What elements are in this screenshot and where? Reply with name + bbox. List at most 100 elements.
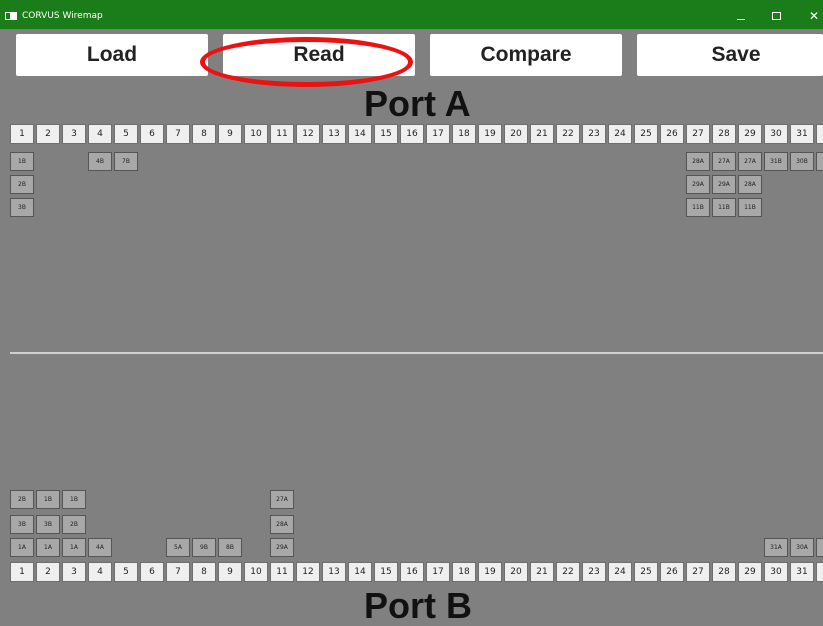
port-b-connection[interactable]: 5A [166,538,190,557]
port-a-pin-11[interactable]: 11 [270,124,294,144]
port-b-connection[interactable]: 1A [10,538,34,557]
port-a-connection[interactable]: 4B [88,152,112,171]
compare-button[interactable]: Compare [430,34,622,76]
port-a-pin-6[interactable]: 6 [140,124,164,144]
port-b-connection[interactable]: 28A [270,515,294,534]
port-a-pin-19[interactable]: 19 [478,124,502,144]
port-b-connection[interactable]: 30A [790,538,814,557]
port-b-connection[interactable]: 9B [192,538,216,557]
port-a-pin-32[interactable]: 32 [816,124,823,144]
port-b-pin-10[interactable]: 10 [244,562,268,582]
port-b-pin-2[interactable]: 2 [36,562,60,582]
port-a-connection[interactable]: 11B [738,198,762,217]
port-b-pin-13[interactable]: 13 [322,562,346,582]
port-a-connection[interactable]: 28A [686,152,710,171]
port-a-connection[interactable]: 27A [712,152,736,171]
load-button[interactable]: Load [16,34,208,76]
port-b-connection[interactable]: 32 [816,538,823,557]
port-a-pin-7[interactable]: 7 [166,124,190,144]
port-a-connection[interactable]: 11B [686,198,710,217]
port-a-pin-26[interactable]: 26 [660,124,684,144]
port-a-pin-24[interactable]: 24 [608,124,632,144]
close-button[interactable]: ✕ [803,8,823,24]
port-b-pin-14[interactable]: 14 [348,562,372,582]
port-b-pin-19[interactable]: 19 [478,562,502,582]
port-a-connection[interactable]: 1B [10,152,34,171]
port-b-pin-30[interactable]: 30 [764,562,788,582]
port-a-pin-29[interactable]: 29 [738,124,762,144]
port-b-pin-5[interactable]: 5 [114,562,138,582]
port-a-pin-3[interactable]: 3 [62,124,86,144]
port-a-pin-1[interactable]: 1 [10,124,34,144]
port-b-pin-25[interactable]: 25 [634,562,658,582]
port-b-connection[interactable]: 3B [36,515,60,534]
port-a-pin-4[interactable]: 4 [88,124,112,144]
port-b-pin-12[interactable]: 12 [296,562,320,582]
port-b-pin-32[interactable]: 32 [816,562,823,582]
port-a-pin-25[interactable]: 25 [634,124,658,144]
port-a-pin-14[interactable]: 14 [348,124,372,144]
port-b-connection[interactable]: 2B [62,515,86,534]
port-b-pin-7[interactable]: 7 [166,562,190,582]
port-a-pin-28[interactable]: 28 [712,124,736,144]
port-b-connection[interactable]: 1B [62,490,86,509]
port-b-pin-8[interactable]: 8 [192,562,216,582]
port-b-pin-1[interactable]: 1 [10,562,34,582]
port-b-pin-29[interactable]: 29 [738,562,762,582]
port-b-pin-11[interactable]: 11 [270,562,294,582]
port-a-pin-16[interactable]: 16 [400,124,424,144]
port-b-pin-27[interactable]: 27 [686,562,710,582]
port-b-pin-3[interactable]: 3 [62,562,86,582]
port-a-connection[interactable]: 29A [686,175,710,194]
port-b-pin-18[interactable]: 18 [452,562,476,582]
port-a-pin-30[interactable]: 30 [764,124,788,144]
port-b-pin-23[interactable]: 23 [582,562,606,582]
port-a-connection[interactable]: 3B [10,198,34,217]
port-a-pin-15[interactable]: 15 [374,124,398,144]
port-b-connection[interactable]: 1A [36,538,60,557]
port-b-connection[interactable]: 1A [62,538,86,557]
port-b-pin-9[interactable]: 9 [218,562,242,582]
port-a-pin-22[interactable]: 22 [556,124,580,144]
minimize-button[interactable] [730,8,752,24]
port-a-connection[interactable]: 29A [712,175,736,194]
port-b-pin-21[interactable]: 21 [530,562,554,582]
port-b-pin-6[interactable]: 6 [140,562,164,582]
port-a-connection[interactable]: 2B [10,175,34,194]
port-b-connection[interactable]: 3B [10,515,34,534]
port-b-pin-22[interactable]: 22 [556,562,580,582]
port-a-pin-12[interactable]: 12 [296,124,320,144]
port-a-pin-9[interactable]: 9 [218,124,242,144]
port-b-pin-17[interactable]: 17 [426,562,450,582]
port-b-connection[interactable]: 27A [270,490,294,509]
port-a-connection[interactable]: 7B [114,152,138,171]
port-b-connection[interactable]: 31A [764,538,788,557]
port-a-pin-17[interactable]: 17 [426,124,450,144]
port-a-connection[interactable]: 31B [764,152,788,171]
port-a-connection[interactable]: 11B [712,198,736,217]
save-button[interactable]: Save [637,34,823,76]
port-a-pin-13[interactable]: 13 [322,124,346,144]
port-b-pin-16[interactable]: 16 [400,562,424,582]
port-a-pin-27[interactable]: 27 [686,124,710,144]
port-b-pin-20[interactable]: 20 [504,562,528,582]
port-b-pin-26[interactable]: 26 [660,562,684,582]
port-a-pin-31[interactable]: 31 [790,124,814,144]
port-a-pin-8[interactable]: 8 [192,124,216,144]
port-b-connection[interactable]: 2B [10,490,34,509]
port-a-connection[interactable]: 30B [790,152,814,171]
port-a-pin-23[interactable]: 23 [582,124,606,144]
port-b-connection[interactable]: 29A [270,538,294,557]
port-a-connection[interactable]: 32 [816,152,823,171]
port-a-pin-2[interactable]: 2 [36,124,60,144]
port-b-connection[interactable]: 4A [88,538,112,557]
port-a-pin-18[interactable]: 18 [452,124,476,144]
port-a-pin-20[interactable]: 20 [504,124,528,144]
port-b-pin-28[interactable]: 28 [712,562,736,582]
port-a-connection[interactable]: 28A [738,175,762,194]
port-b-connection[interactable]: 1B [36,490,60,509]
port-a-connection[interactable]: 27A [738,152,762,171]
port-b-pin-15[interactable]: 15 [374,562,398,582]
port-a-pin-5[interactable]: 5 [114,124,138,144]
port-b-pin-31[interactable]: 31 [790,562,814,582]
